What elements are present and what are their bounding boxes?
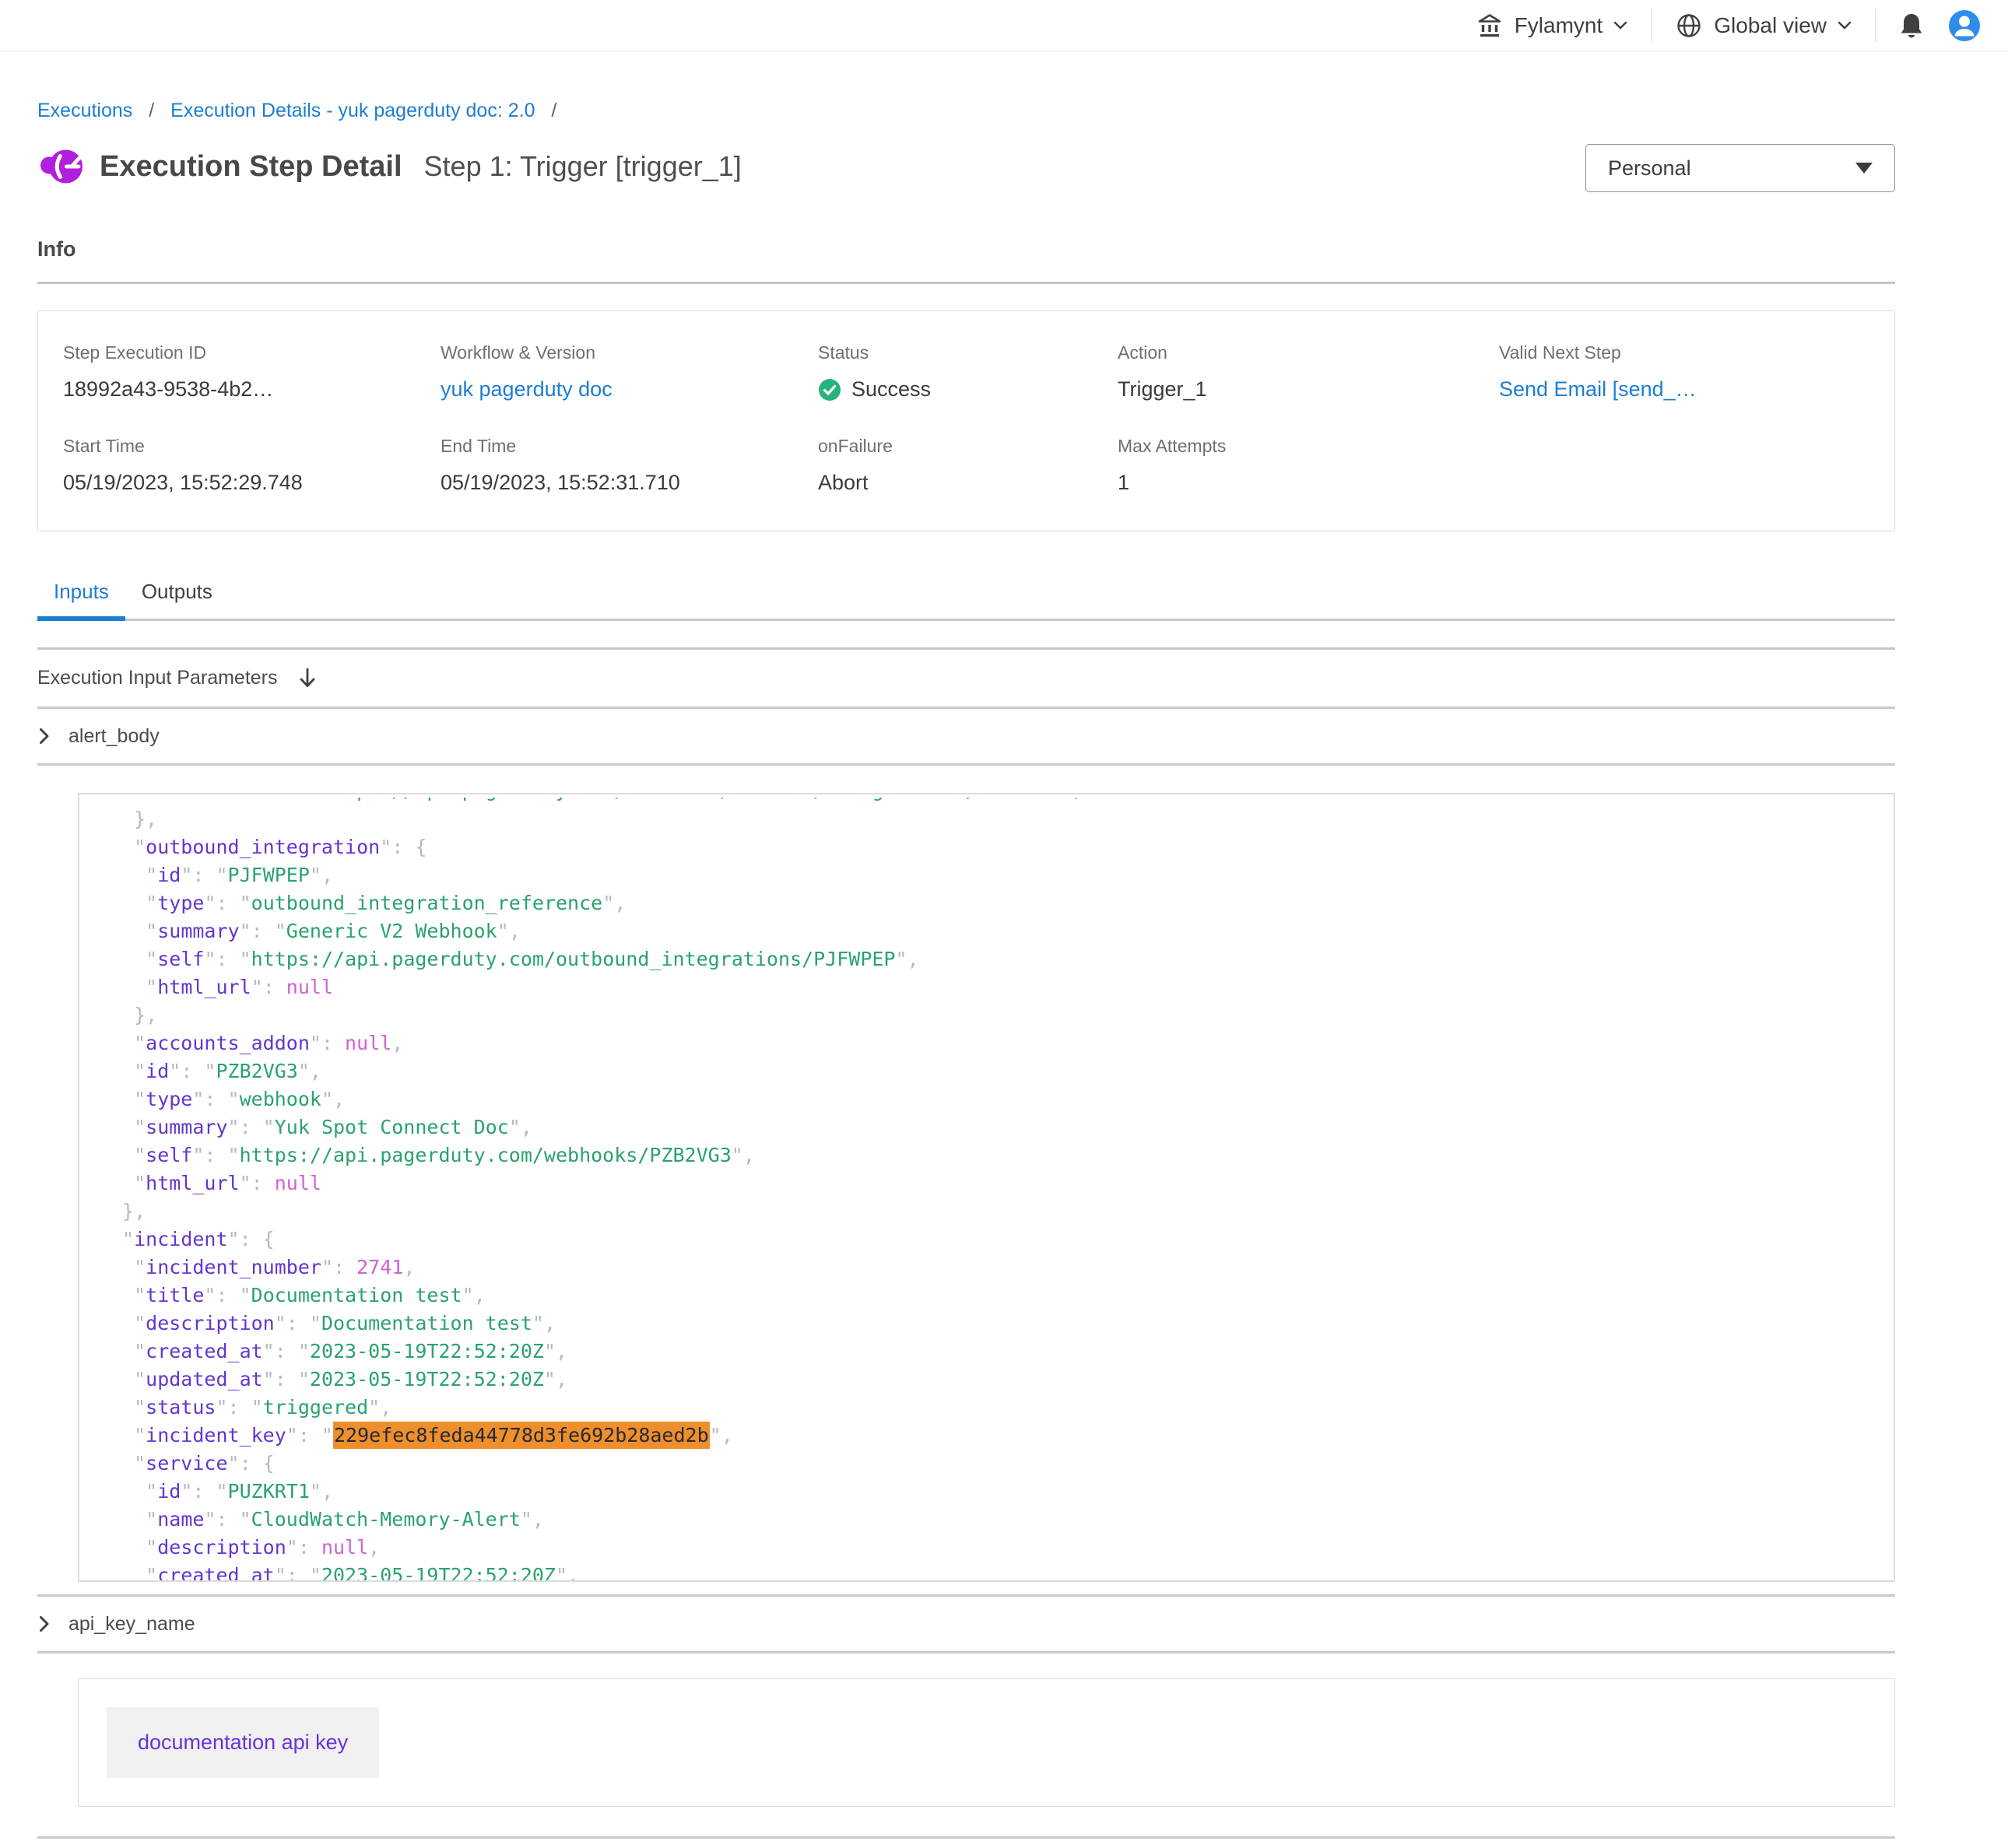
tab-inputs[interactable]: Inputs: [37, 572, 125, 621]
status-text: Success: [851, 377, 931, 402]
alert-body-json[interactable]: "self": "https://api.pagerduty.com/servi…: [78, 793, 1895, 1582]
execution-step-detail-page: Executions / Execution Details - yuk pag…: [0, 100, 2008, 1848]
code-line: "incident": {: [111, 1226, 1894, 1254]
field-action: Action Trigger_1: [1118, 342, 1499, 402]
param-label-alert-body: alert_body: [68, 725, 160, 748]
field-start-time: Start Time 05/19/2023, 15:52:29.748: [63, 436, 441, 495]
select-caret-icon: [1855, 163, 1873, 174]
scope-select-value: Personal: [1608, 156, 1691, 181]
code-line: "html_url": null: [111, 973, 1894, 1001]
workflow-brand-icon: [37, 144, 82, 189]
code-line: "description": null,: [111, 1534, 1894, 1562]
code-line: "created_at": "2023-05-19T22:52:20Z",: [111, 1338, 1894, 1366]
code-line: },: [111, 1001, 1894, 1029]
code-line: "status": "triggered",: [111, 1394, 1894, 1422]
code-line: "service": {: [111, 1450, 1894, 1478]
api-key-name-value-card: documentation api key: [78, 1678, 1895, 1807]
chevron-down-icon: [1613, 21, 1627, 30]
field-workflow-version: Workflow & Version yuk pagerduty doc: [441, 342, 818, 402]
params-header-row: Execution Input Parameters: [37, 650, 1895, 709]
info-card: Step Execution ID 18992a43-9538-4b2… Wor…: [37, 310, 1895, 531]
code-line: },: [111, 805, 1894, 833]
institution-icon: [1476, 12, 1504, 40]
scope-select[interactable]: Personal: [1585, 144, 1895, 192]
topbar-divider: [1875, 9, 1876, 43]
code-line: "type": "webhook",: [111, 1085, 1894, 1113]
code-line: "html_url": null: [111, 1169, 1894, 1198]
param-row-api-key-name[interactable]: api_key_name: [37, 1597, 1895, 1653]
breadcrumb-execution-details-link[interactable]: Execution Details - yuk pagerduty doc: 2…: [170, 100, 535, 121]
download-arrow-icon[interactable]: [297, 667, 318, 690]
param-row-alert-body[interactable]: alert_body: [37, 709, 1895, 766]
code-line: "outbound_integration": {: [111, 833, 1894, 861]
code-line: "self": "https://api.pagerduty.com/servi…: [111, 798, 1894, 805]
globe-icon: [1675, 12, 1703, 40]
section-divider: [37, 282, 1895, 284]
code-line: "accounts_addon": null,: [111, 1029, 1894, 1057]
topbar: Fylamynt Global view: [0, 0, 2008, 51]
code-line: "self": "https://api.pagerduty.com/outbo…: [111, 945, 1894, 973]
workflow-link[interactable]: yuk pagerduty doc: [441, 377, 613, 402]
page-subtitle: Step 1: Trigger [trigger_1]: [424, 150, 742, 183]
code-line: "summary": "Generic V2 Webhook",: [111, 917, 1894, 945]
code-line: "summary": "Yuk Spot Connect Doc",: [111, 1113, 1894, 1141]
breadcrumb-executions-link[interactable]: Executions: [37, 100, 132, 121]
code-line: "id": "PUZKRT1",: [111, 1478, 1894, 1506]
title-row: Execution Step Detail Step 1: Trigger [t…: [37, 144, 1895, 192]
code-line: "self": "https://api.pagerduty.com/webho…: [111, 1141, 1894, 1169]
info-heading: Info: [37, 237, 1895, 261]
code-line: "id": "PJFWPEP",: [111, 861, 1894, 889]
org-label: Fylamynt: [1515, 13, 1603, 38]
info-grid: Step Execution ID 18992a43-9538-4b2… Wor…: [63, 342, 1869, 495]
code-line: "incident_key": "229efec8feda44778d3fe69…: [111, 1422, 1894, 1450]
field-step-execution-id: Step Execution ID 18992a43-9538-4b2…: [63, 342, 441, 402]
org-switcher[interactable]: Fylamynt: [1476, 12, 1628, 40]
view-switcher[interactable]: Global view: [1675, 12, 1852, 40]
api-key-name-chip: documentation api key: [107, 1707, 379, 1778]
code-line: "created_at": "2023-05-19T22:52:20Z",: [111, 1562, 1894, 1580]
code-line: },: [111, 1198, 1894, 1226]
field-status: Status Success: [818, 342, 1118, 402]
code-line: "title": "Documentation test",: [111, 1282, 1894, 1310]
code-line: "description": "Documentation test",: [111, 1310, 1894, 1338]
field-on-failure: onFailure Abort: [818, 436, 1118, 495]
success-check-icon: [818, 378, 841, 402]
chevron-right-icon: [39, 1615, 50, 1632]
breadcrumb-separator: /: [551, 100, 556, 121]
topbar-divider: [1651, 9, 1652, 43]
chevron-right-icon: [39, 728, 50, 745]
page-title: Execution Step Detail: [100, 150, 402, 184]
field-end-time: End Time 05/19/2023, 15:52:31.710: [441, 436, 818, 495]
field-valid-next-step: Valid Next Step Send Email [send_…: [1499, 342, 1869, 402]
tab-bar: Inputs Outputs: [37, 572, 1895, 621]
tab-outputs[interactable]: Outputs: [125, 572, 229, 621]
breadcrumb: Executions / Execution Details - yuk pag…: [37, 100, 1895, 122]
execution-input-parameters-section: Execution Input Parameters alert_body "s…: [37, 647, 1895, 1848]
user-avatar[interactable]: [1947, 9, 1982, 43]
param-label-api-key-name: api_key_name: [68, 1613, 195, 1636]
code-line: "updated_at": "2023-05-19T22:52:20Z",: [111, 1366, 1894, 1394]
chevron-down-icon: [1838, 21, 1852, 30]
next-step-link[interactable]: Send Email [send_…: [1499, 377, 1697, 402]
code-line: "name": "CloudWatch-Memory-Alert",: [111, 1506, 1894, 1534]
field-max-attempts: Max Attempts 1: [1118, 436, 1499, 495]
params-heading: Execution Input Parameters: [37, 667, 278, 689]
code-line: "type": "outbound_integration_reference"…: [111, 889, 1894, 917]
notifications-bell-icon[interactable]: [1899, 12, 1924, 40]
view-label: Global view: [1714, 13, 1827, 38]
param-row-api-key-value[interactable]: api_key_value: [37, 1839, 1895, 1848]
code-line: "id": "PZB2VG3",: [111, 1057, 1894, 1085]
breadcrumb-separator: /: [149, 100, 154, 121]
code-line: "incident_number": 2741,: [111, 1254, 1894, 1282]
